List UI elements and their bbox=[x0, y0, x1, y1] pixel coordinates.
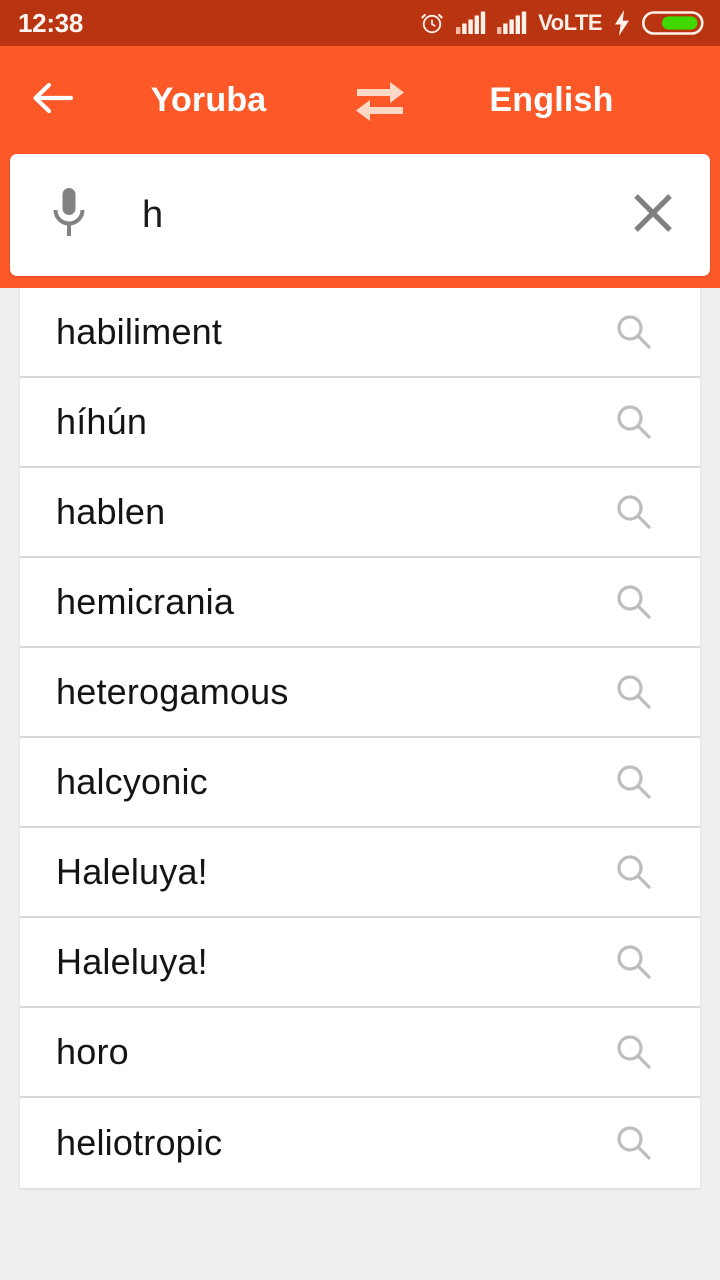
signal-bars-sim2-icon bbox=[497, 11, 527, 35]
search-bar-container: h bbox=[0, 154, 720, 288]
charging-bolt-icon bbox=[613, 10, 631, 36]
search-icon[interactable] bbox=[610, 1028, 658, 1076]
status-clock: 12:38 bbox=[18, 8, 83, 38]
list-item[interactable]: Haleluya! bbox=[20, 828, 700, 918]
suggestion-label: horo bbox=[56, 1031, 129, 1072]
list-item[interactable]: heterogamous bbox=[20, 648, 700, 738]
app-bar: Yoruba English bbox=[0, 46, 720, 154]
search-input[interactable]: h bbox=[98, 196, 622, 234]
voice-input-button[interactable] bbox=[40, 180, 98, 250]
alarm-clock-icon bbox=[419, 10, 445, 36]
suggestion-list: habiliment híhún hablen hemicrania heter… bbox=[20, 288, 700, 1188]
list-item[interactable]: horo bbox=[20, 1008, 700, 1098]
suggestion-label: Haleluya! bbox=[56, 941, 208, 982]
search-icon[interactable] bbox=[610, 848, 658, 896]
search-icon[interactable] bbox=[610, 398, 658, 446]
suggestion-label: heliotropic bbox=[56, 1122, 223, 1163]
suggestion-label: Haleluya! bbox=[56, 851, 208, 892]
suggestion-label: heterogamous bbox=[56, 671, 289, 712]
list-item[interactable]: heliotropic bbox=[20, 1098, 700, 1188]
search-icon[interactable] bbox=[610, 1119, 658, 1167]
close-icon bbox=[630, 190, 676, 241]
microphone-icon bbox=[49, 186, 89, 245]
signal-bars-sim1-icon bbox=[456, 11, 486, 35]
list-item[interactable]: habiliment bbox=[20, 288, 700, 378]
clear-search-button[interactable] bbox=[622, 184, 684, 246]
suggestion-label: hablen bbox=[56, 491, 166, 532]
suggestion-label: halcyonic bbox=[56, 761, 208, 802]
search-icon[interactable] bbox=[610, 578, 658, 626]
suggestion-label: habiliment bbox=[56, 311, 223, 352]
list-item[interactable]: Haleluya! bbox=[20, 918, 700, 1008]
list-item[interactable]: halcyonic bbox=[20, 738, 700, 828]
search-icon[interactable] bbox=[610, 938, 658, 986]
search-icon[interactable] bbox=[610, 308, 658, 356]
source-language-button[interactable]: Yoruba bbox=[72, 81, 345, 120]
battery-icon bbox=[642, 9, 704, 37]
source-language-label: Yoruba bbox=[150, 80, 267, 119]
swap-languages-button[interactable] bbox=[345, 72, 415, 128]
app-screen: 12:38 VoLTE Yoruba English h habiliment … bbox=[0, 0, 720, 1280]
status-bar: 12:38 VoLTE bbox=[0, 0, 720, 46]
suggestion-label: híhún bbox=[56, 401, 148, 442]
search-icon[interactable] bbox=[610, 488, 658, 536]
target-language-label: English bbox=[489, 80, 614, 119]
list-item[interactable]: híhún bbox=[20, 378, 700, 468]
search-icon[interactable] bbox=[610, 758, 658, 806]
back-arrow-icon bbox=[29, 78, 75, 123]
list-item[interactable]: hemicrania bbox=[20, 558, 700, 648]
swap-languages-icon bbox=[352, 74, 408, 127]
back-button[interactable] bbox=[26, 74, 78, 126]
search-icon[interactable] bbox=[610, 668, 658, 716]
target-language-button[interactable]: English bbox=[415, 81, 692, 120]
suggestion-label: hemicrania bbox=[56, 581, 235, 622]
status-icons: VoLTE bbox=[419, 9, 704, 37]
search-box[interactable]: h bbox=[10, 154, 710, 276]
volte-label: VoLTE bbox=[538, 10, 602, 35]
list-item[interactable]: hablen bbox=[20, 468, 700, 558]
